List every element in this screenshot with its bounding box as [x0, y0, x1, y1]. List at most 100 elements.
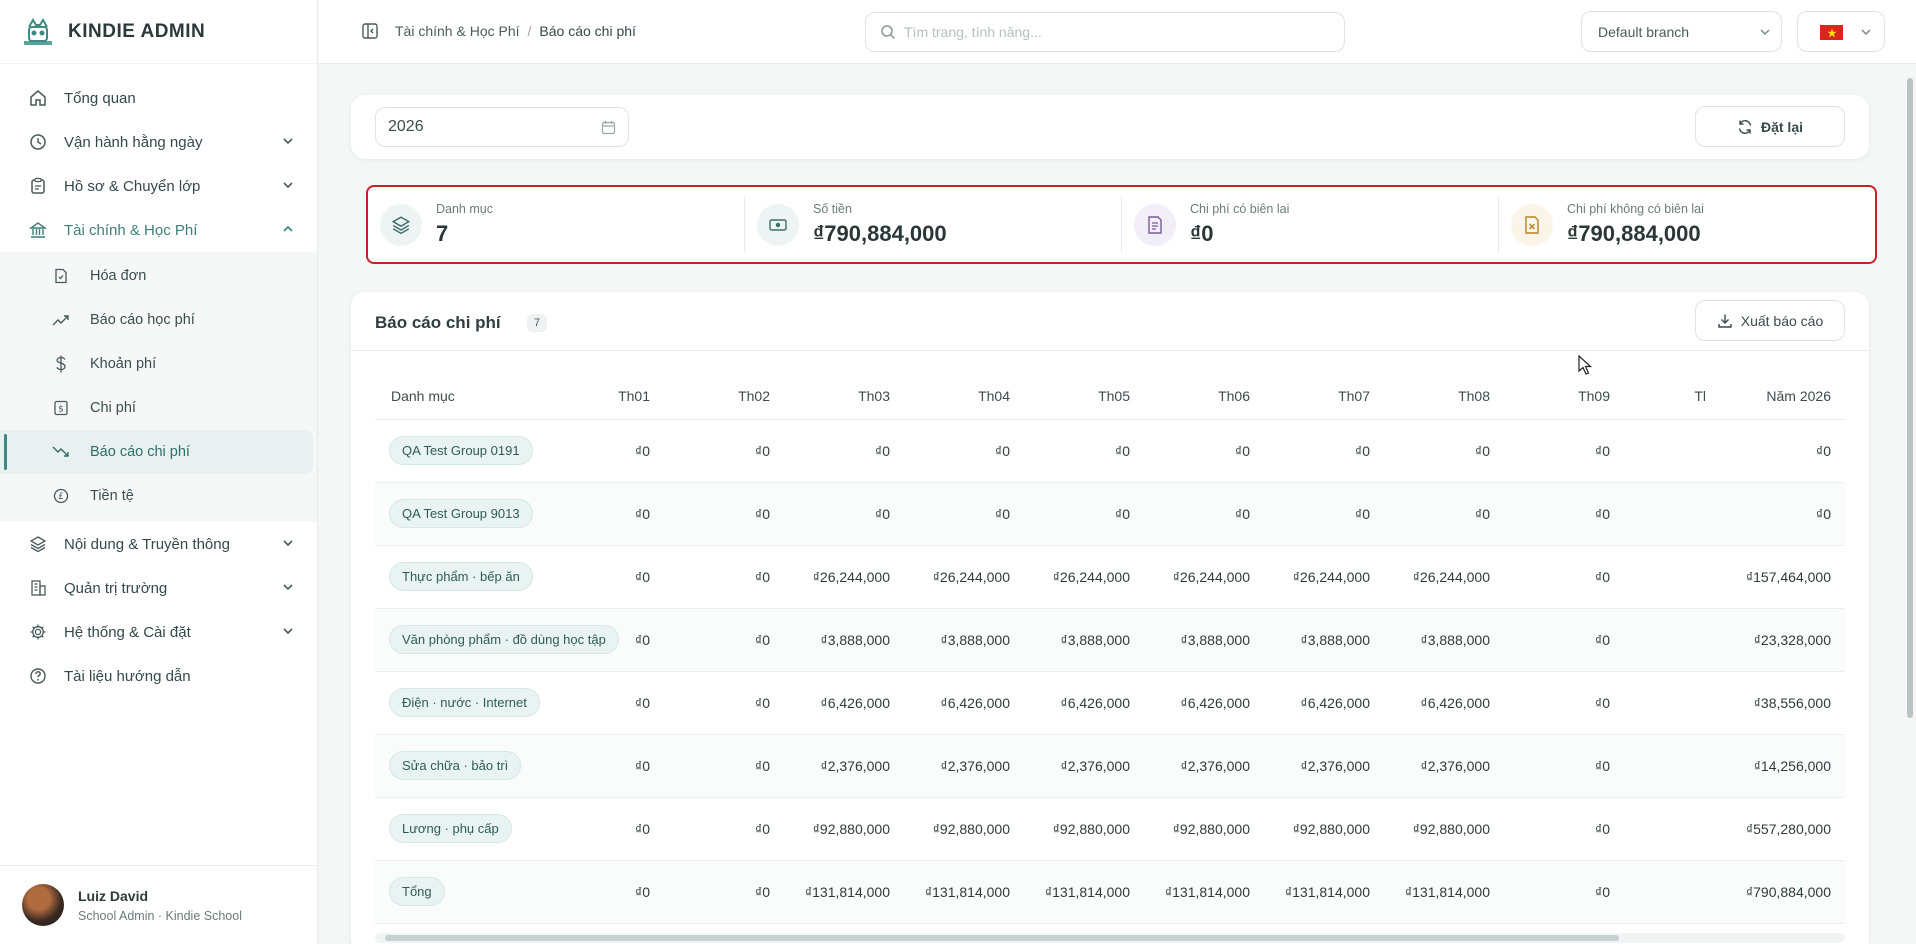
amount-cell: ₫3,888,000 — [1144, 608, 1264, 672]
invoice-icon — [52, 267, 70, 285]
amount-cell: ₫0 — [544, 419, 664, 483]
column-header[interactable]: Th09 — [1504, 374, 1624, 420]
table-row[interactable]: Tổng ₫0 ₫0 ₫131,814,000 ₫131,814,000 ₫131,814… — [375, 860, 1845, 924]
building-icon — [28, 578, 48, 598]
sidebar-item-label: Khoản phí — [90, 356, 157, 372]
amount-cell: ₫3,888,000 — [784, 608, 904, 672]
sidebar-item-fee-report[interactable]: Báo cáo học phí — [0, 298, 313, 342]
table-header-row: Danh mục Th01 Th02 Th03 Th04 Th05 Th06 T… — [375, 374, 1845, 420]
amount-cell: ₫157,464,000 — [1720, 545, 1845, 609]
sidebar-item-records[interactable]: Hồ sơ & Chuyển lớp — [0, 164, 317, 208]
vertical-scrollbar[interactable] — [1905, 66, 1915, 940]
amount-cell: ₫26,244,000 — [1024, 545, 1144, 609]
stat-value: ₫790,884,000 — [1567, 221, 1701, 246]
user-profile[interactable]: Luiz David School Admin · Kindie School — [0, 865, 318, 944]
table-row[interactable]: QA Test Group 9013 ₫0 ₫0 ₫0 ₫0 ₫0 ₫0 ₫0 ₫0 ₫0 ₫0 — [375, 482, 1845, 546]
sidebar-item-finance[interactable]: Tài chính & Học Phí — [0, 208, 317, 252]
category-pill[interactable]: Thực phẩm · bếp ăn — [389, 562, 533, 591]
table-row[interactable]: Văn phòng phẩm · đồ dùng học tập ₫0 ₫0 ₫3,8… — [375, 608, 1845, 672]
scrollbar-thumb[interactable] — [1907, 78, 1913, 718]
column-header[interactable]: Năm 2026 — [1720, 374, 1845, 420]
sidebar-item-fees[interactable]: Khoản phí — [0, 342, 313, 386]
stat-label: Số tiền — [813, 202, 852, 216]
amount-cell: ₫0 — [1504, 608, 1624, 672]
branch-select[interactable]: Default branch — [1581, 11, 1782, 52]
trend-up-icon — [52, 311, 70, 329]
sidebar-item-content[interactable]: Nội dung & Truyền thông — [0, 522, 317, 566]
year-picker[interactable]: 2026 — [375, 107, 629, 147]
amount-cell: ₫92,880,000 — [1144, 797, 1264, 861]
sidebar-item-currency[interactable]: £ Tiền tệ — [0, 474, 313, 518]
table-body: QA Test Group 0191 ₫0 ₫0 ₫0 ₫0 ₫0 ₫0 ₫0 ₫0 ₫0 ₫0 QA… — [375, 419, 1845, 924]
column-header[interactable]: Th08 — [1384, 374, 1504, 420]
category-pill[interactable]: Điện · nước · Internet — [389, 688, 540, 717]
breadcrumb-item[interactable]: Tài chính & Học Phí — [395, 23, 520, 39]
column-header[interactable]: Th06 — [1144, 374, 1264, 420]
column-header[interactable]: Th05 — [1024, 374, 1144, 420]
sidebar-item-daily-ops[interactable]: Vận hành hằng ngày — [0, 120, 317, 164]
column-header[interactable]: Th02 — [664, 374, 784, 420]
category-pill[interactable]: Văn phòng phẩm · đồ dùng học tập — [389, 625, 619, 654]
amount-cell: ₫0 — [1024, 419, 1144, 483]
sidebar-item-overview[interactable]: Tổng quan — [0, 76, 317, 120]
amount-cell — [1624, 671, 1720, 735]
sidebar-item-label: Tiền tệ — [90, 488, 134, 504]
amount-cell: ₫131,814,000 — [1264, 860, 1384, 924]
category-pill[interactable]: Sửa chữa · bảo trì — [389, 751, 522, 780]
sidebar-toggle-icon[interactable] — [361, 22, 379, 40]
banknote-icon — [757, 203, 799, 246]
sidebar-item-school-admin[interactable]: Quản trị trường — [0, 566, 317, 610]
layers-icon — [28, 534, 48, 554]
home-icon — [28, 88, 48, 108]
column-header[interactable]: Tl — [1624, 374, 1720, 420]
amount-cell: ₫0 — [1504, 545, 1624, 609]
search-box[interactable] — [865, 12, 1345, 52]
expense-report-card: Báo cáo chi phí 7 Xuất báo cáo Danh mục … — [351, 292, 1869, 944]
column-header[interactable]: Th03 — [784, 374, 904, 420]
table-row[interactable]: Điện · nước · Internet ₫0 ₫0 ₫6,426,000 ₫6,4… — [375, 671, 1845, 735]
stat-label: Chi phí không có biên lai — [1567, 202, 1704, 216]
column-header[interactable]: Th04 — [904, 374, 1024, 420]
amount-cell: ₫92,880,000 — [1024, 797, 1144, 861]
sidebar-item-expense-report[interactable]: Báo cáo chi phí — [0, 430, 313, 474]
table-row[interactable]: Lương · phụ cấp ₫0 ₫0 ₫92,880,000 ₫92,880,00… — [375, 797, 1845, 861]
horizontal-scrollbar[interactable] — [375, 933, 1845, 943]
category-cell: Lương · phụ cấp — [375, 797, 544, 861]
category-pill[interactable]: QA Test Group 0191 — [389, 436, 533, 465]
amount-cell: ₫0 — [904, 419, 1024, 483]
scrollbar-thumb[interactable] — [385, 935, 1619, 941]
column-header[interactable]: Danh mục — [375, 374, 544, 420]
amount-cell: ₫0 — [1504, 734, 1624, 798]
column-header[interactable]: Th07 — [1264, 374, 1384, 420]
table-row[interactable]: QA Test Group 0191 ₫0 ₫0 ₫0 ₫0 ₫0 ₫0 ₫0 ₫0 ₫0 ₫0 — [375, 419, 1845, 483]
amount-cell: ₫0 — [1504, 797, 1624, 861]
category-pill[interactable]: Lương · phụ cấp — [389, 814, 512, 843]
language-select[interactable] — [1797, 11, 1885, 52]
sidebar-item-expenses[interactable]: $ Chi phí — [0, 386, 313, 430]
sidebar-item-settings[interactable]: Hệ thống & Cài đặt — [0, 610, 317, 654]
reset-button[interactable]: Đặt lại — [1695, 106, 1845, 147]
amount-cell: ₫131,814,000 — [784, 860, 904, 924]
category-pill[interactable]: QA Test Group 9013 — [389, 499, 533, 528]
table-row[interactable]: Sửa chữa · bảo trì ₫0 ₫0 ₫2,376,000 ₫2,376,0… — [375, 734, 1845, 798]
search-input[interactable] — [904, 24, 1324, 40]
file-x-icon — [1511, 203, 1553, 246]
bank-icon — [28, 220, 48, 240]
sidebar-item-invoices[interactable]: Hóa đơn — [0, 254, 313, 298]
category-pill[interactable]: Tổng — [389, 877, 445, 906]
amount-cell: ₫790,884,000 — [1720, 860, 1845, 924]
sidebar-item-label: Hệ thống & Cài đặt — [64, 623, 191, 641]
amount-cell: ₫0 — [544, 797, 664, 861]
export-report-button[interactable]: Xuất báo cáo — [1695, 300, 1845, 341]
table-row[interactable]: Thực phẩm · bếp ăn ₫0 ₫0 ₫26,244,000 ₫26,244… — [375, 545, 1845, 609]
export-label: Xuất báo cáo — [1740, 312, 1824, 329]
chevron-up-icon — [283, 225, 293, 232]
stat-value: ₫790,884,000 — [813, 221, 947, 246]
amount-cell: ₫26,244,000 — [784, 545, 904, 609]
column-header[interactable]: Th01 — [544, 374, 664, 420]
amount-cell: ₫0 — [664, 545, 784, 609]
amount-cell: ₫6,426,000 — [784, 671, 904, 735]
amount-cell: ₫92,880,000 — [784, 797, 904, 861]
sidebar-item-docs[interactable]: Tài liệu hướng dẫn — [0, 654, 317, 698]
brand[interactable]: KINDIE ADMIN — [0, 0, 317, 64]
